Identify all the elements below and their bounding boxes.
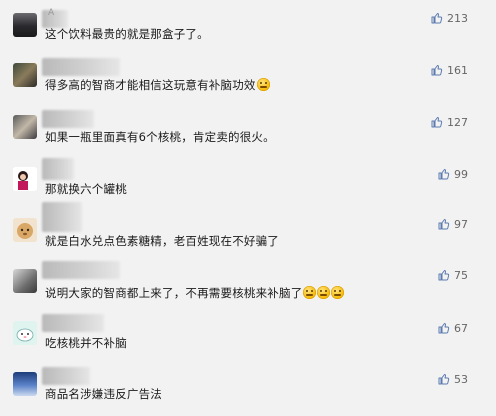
comment-text: 就是白水兑点色素糖精，老百姓现在不好骗了 bbox=[45, 234, 279, 248]
grimace-emoji-icon bbox=[256, 78, 270, 91]
comment-item: 就是白水兑点色素糖精，老百姓现在不好骗了 97 bbox=[0, 202, 496, 260]
comment-text: 说明大家的智商都上来了，不再需要核桃来补脑了 bbox=[45, 285, 345, 301]
like-count: 67 bbox=[454, 321, 468, 335]
avatar[interactable] bbox=[13, 269, 37, 293]
comment-text: 得多高的智商才能相信这玩意有补脑功效 bbox=[45, 77, 270, 93]
like-button[interactable]: 99 bbox=[438, 166, 468, 182]
thumbs-up-icon bbox=[438, 266, 450, 285]
grimace-emoji-icon bbox=[331, 286, 345, 299]
like-count: 97 bbox=[454, 217, 468, 231]
like-button[interactable]: 161 bbox=[431, 62, 468, 78]
comment-item: 那就换六个罐桃 99 bbox=[0, 156, 496, 208]
nickname-blurred bbox=[42, 202, 82, 232]
comment-item: 得多高的智商才能相信这玩意有补脑功效 161 bbox=[0, 52, 496, 104]
comment-text: 这个饮料最贵的就是那盒子了。 bbox=[45, 27, 209, 41]
nickname-blurred bbox=[42, 261, 120, 279]
avatar[interactable] bbox=[13, 63, 37, 87]
comment-text: 商品名涉嫌违反广告法 bbox=[45, 387, 162, 401]
avatar[interactable] bbox=[13, 321, 37, 345]
comment-text: 吃核桃并不补脑 bbox=[45, 336, 127, 350]
nickname-blurred bbox=[42, 367, 90, 385]
like-button[interactable]: 53 bbox=[438, 371, 468, 387]
comment-item: 如果一瓶里面真有6个核桃，肯定卖的很火。 127 bbox=[0, 104, 496, 156]
like-count: 127 bbox=[447, 115, 468, 129]
grimace-emoji-icon bbox=[317, 286, 331, 299]
comment-list: A 这个饮料最贵的就是那盒子了。 213 得多高的智商才能相信这玩意有补脑功效 … bbox=[0, 0, 496, 416]
like-button[interactable]: 75 bbox=[438, 267, 468, 283]
comment-item: 说明大家的智商都上来了，不再需要核桃来补脑了 75 bbox=[0, 260, 496, 312]
thumbs-up-icon bbox=[438, 165, 450, 184]
thumbs-up-icon bbox=[438, 370, 450, 389]
thumbs-up-icon bbox=[438, 215, 450, 234]
thumbs-up-icon bbox=[438, 319, 450, 338]
avatar[interactable] bbox=[13, 115, 37, 139]
like-count: 213 bbox=[447, 11, 468, 25]
like-count: 161 bbox=[447, 63, 468, 77]
nickname-blurred bbox=[42, 314, 104, 332]
grimace-emoji-icon bbox=[303, 286, 317, 299]
avatar[interactable] bbox=[13, 13, 37, 37]
nickname: A bbox=[48, 8, 55, 18]
avatar[interactable] bbox=[13, 372, 37, 396]
like-button[interactable]: 127 bbox=[431, 114, 468, 130]
thumbs-up-icon bbox=[431, 113, 443, 132]
nickname-blurred bbox=[42, 58, 120, 76]
like-button[interactable]: 213 bbox=[431, 10, 468, 26]
nickname-blurred bbox=[42, 158, 74, 180]
comment-item: 吃核桃并不补脑 67 bbox=[0, 312, 496, 364]
like-count: 99 bbox=[454, 167, 468, 181]
comment-text: 如果一瓶里面真有6个核桃，肯定卖的很火。 bbox=[45, 130, 275, 144]
thumbs-up-icon bbox=[431, 61, 443, 80]
comment-text: 那就换六个罐桃 bbox=[45, 182, 127, 196]
avatar[interactable] bbox=[13, 218, 37, 242]
like-count: 53 bbox=[454, 372, 468, 386]
like-button[interactable]: 97 bbox=[438, 216, 468, 232]
nickname-blurred bbox=[42, 110, 94, 128]
avatar[interactable] bbox=[13, 167, 37, 191]
like-button[interactable]: 67 bbox=[438, 320, 468, 336]
like-count: 75 bbox=[454, 268, 468, 282]
comment-item: A 这个饮料最贵的就是那盒子了。 213 bbox=[0, 0, 496, 52]
thumbs-up-icon bbox=[431, 9, 443, 28]
comment-item: 商品名涉嫌违反广告法 53 bbox=[0, 364, 496, 416]
